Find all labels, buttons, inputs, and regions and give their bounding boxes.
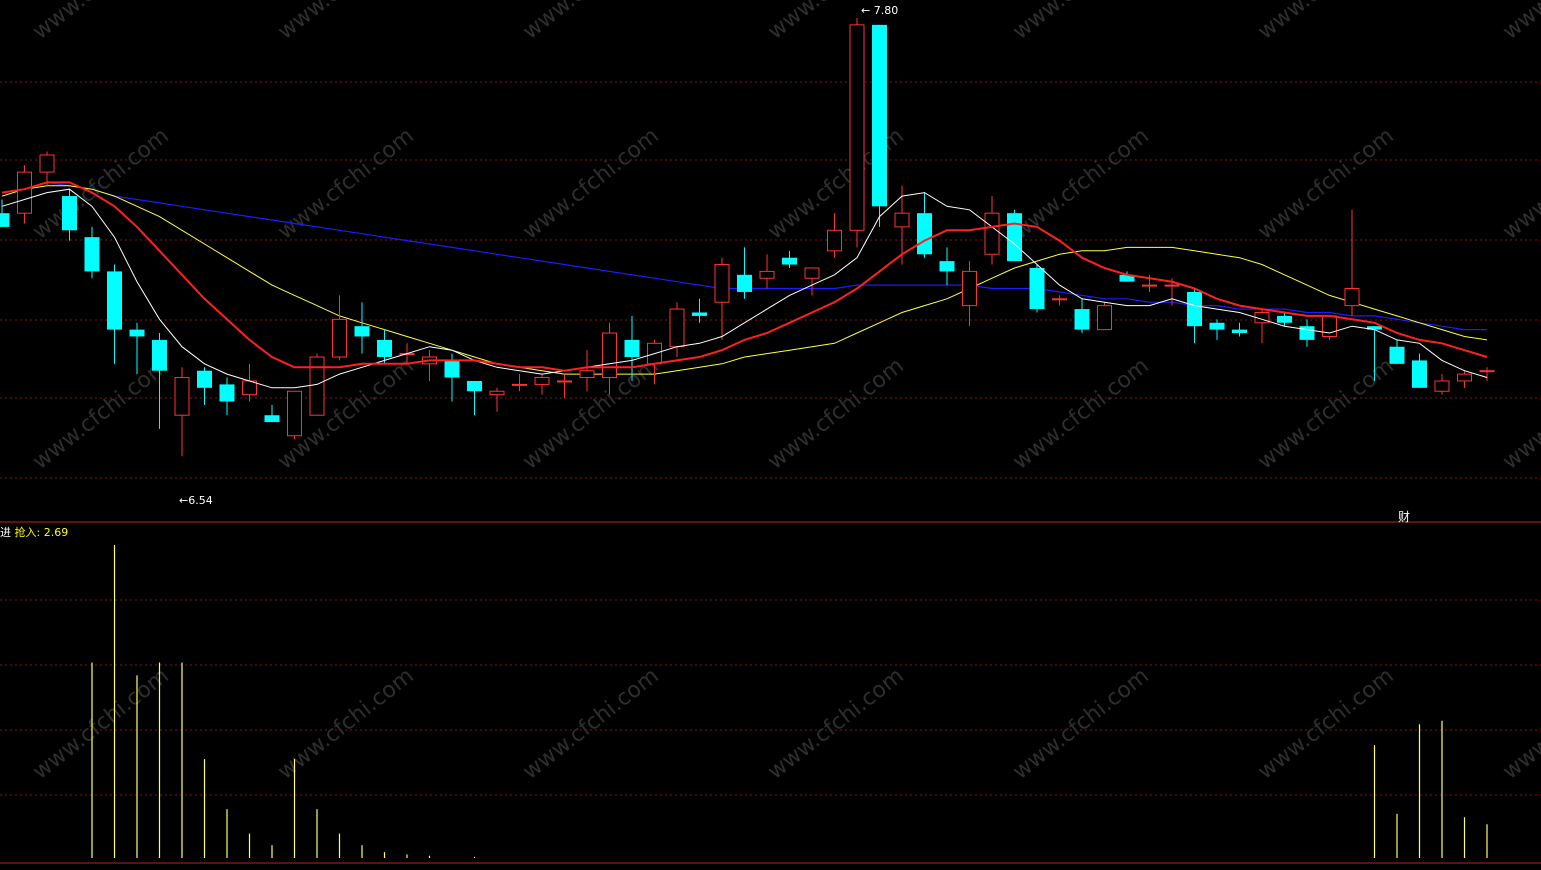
candle-body-down: [107, 271, 122, 330]
watermark-text: www.cfchi.com: [1008, 663, 1153, 784]
candle-body-up: [287, 390, 302, 437]
watermark-text: www.cfchi.com: [1498, 663, 1541, 784]
candle-body-down: [62, 196, 77, 231]
candle-body-down: [917, 213, 932, 255]
candle-body-down: [872, 24, 887, 207]
candle-body-up: [1142, 284, 1157, 287]
watermark-text: www.cfchi.com: [763, 663, 908, 784]
watermark-text: www.cfchi.com: [1008, 353, 1153, 474]
candle-body-up: [242, 380, 257, 396]
candle-body-up: [1164, 284, 1180, 287]
candle-body-up: [849, 24, 865, 231]
candle-body-up: [332, 318, 347, 358]
finance-marker[interactable]: 财: [1398, 508, 1410, 525]
candle-body-up: [489, 390, 505, 396]
watermark-text: www.cfchi.com: [1498, 0, 1541, 45]
watermark-text: www.cfchi.com: [1253, 353, 1398, 474]
watermark-text: www.cfchi.com: [28, 123, 173, 244]
candle-body-down: [1029, 267, 1045, 310]
candle-body-down: [197, 370, 212, 388]
watermark-text: www.cfchi.com: [273, 663, 418, 784]
candle-body-up: [1434, 380, 1450, 392]
candle-body-down: [84, 237, 100, 272]
candle-body-up: [602, 332, 617, 379]
candle-body-up: [309, 356, 325, 416]
candle-body-down: [1389, 346, 1405, 364]
watermark-text: www.cfchi.com: [518, 663, 663, 784]
candle-body-up: [669, 308, 685, 348]
candle-body-up: [174, 377, 190, 416]
candle-body-up: [557, 380, 572, 383]
candle-body-up: [827, 229, 842, 252]
candle-body-down: [444, 360, 460, 378]
watermark-text: www.cfchi.com: [518, 0, 663, 45]
watermark-text: www.cfchi.com: [1253, 663, 1398, 784]
candle-body-down: [1277, 315, 1292, 323]
candle-body-up: [512, 383, 527, 386]
candle-body-up: [804, 267, 820, 279]
candle-body-down: [264, 415, 280, 423]
candle-body-down: [1007, 213, 1022, 262]
watermark-text: www.cfchi.com: [28, 353, 173, 474]
watermark-text: www.cfchi.com: [1498, 123, 1541, 244]
candle-body-down: [354, 326, 370, 337]
candle-body-down: [939, 261, 955, 272]
candle-body-up: [534, 377, 550, 385]
watermark-text: www.cfchi.com: [763, 353, 908, 474]
candle-body-down: [129, 329, 145, 337]
candle-body-up: [984, 212, 1000, 255]
candle-body-down: [467, 380, 482, 392]
candle-body-up: [1479, 370, 1495, 373]
kline-chart: www.cfchi.com www.cfchi.com www.cfchi.com w…: [0, 0, 1541, 864]
indicator-value: 2.69: [43, 526, 69, 539]
candle-body-down: [1187, 291, 1202, 327]
watermark-text: www.cfchi.com: [1253, 0, 1398, 45]
candle-body-up: [714, 264, 730, 303]
low-price-note: ←6.54: [179, 494, 213, 507]
watermark-text: www.cfchi.com: [273, 123, 418, 244]
candle-body-down: [692, 312, 707, 316]
indicator-name: 抢入:: [14, 526, 41, 539]
watermark-text: www.cfchi.com: [273, 0, 418, 45]
watermark-text: www.cfchi.com: [518, 123, 663, 244]
candle-body-up: [962, 270, 977, 307]
watermark-text: www.cfchi.com: [1008, 0, 1153, 45]
candle-body-down: [1412, 360, 1427, 388]
watermark-text: www.cfchi.com: [1498, 353, 1541, 474]
candle-body-down: [1074, 309, 1090, 330]
high-price-note: ← 7.80: [861, 4, 899, 17]
candle-body-up: [759, 270, 775, 279]
candle-body-up: [1344, 288, 1360, 307]
stock-chart-stage: www.cfchi.com www.cfchi.com www.cfchi.com w…: [0, 0, 1541, 866]
candle-body-down: [782, 257, 797, 265]
watermark-text: www.cfchi.com: [28, 0, 173, 45]
candle-body-down: [1209, 322, 1225, 330]
indicator-title: 进 抢入: 2.69: [0, 524, 68, 540]
candle-body-down: [1232, 329, 1247, 334]
candle-body-up: [1052, 298, 1067, 301]
candle-body-up: [579, 370, 595, 379]
candle-body-down: [0, 213, 10, 227]
candle-body-down: [377, 339, 392, 357]
watermark-text: www.cfchi.com: [1253, 123, 1398, 244]
candle-body-down: [624, 339, 640, 357]
watermark-text: www.cfchi.com: [28, 663, 173, 784]
candle-body-up: [39, 154, 55, 173]
candle-body-up: [1097, 305, 1112, 331]
candle-body-down: [219, 384, 235, 402]
indicator-head: 进: [0, 526, 11, 539]
candle-body-up: [1457, 373, 1472, 382]
candle-body-up: [894, 212, 910, 228]
candle-body-up: [17, 171, 32, 214]
candle-body-down: [152, 339, 167, 371]
candle-body-down: [737, 274, 752, 292]
candle-body-down: [1299, 326, 1315, 340]
